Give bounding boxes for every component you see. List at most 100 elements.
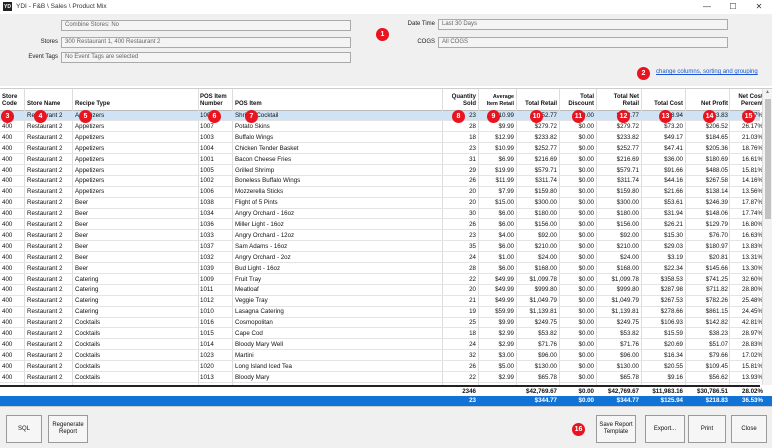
cell-total-net-retail: $579.71 xyxy=(616,166,639,174)
cell-net-profit: $148.06 xyxy=(705,210,728,218)
table-row[interactable]: 400 Restaurant 2 Cocktails 1023 Martini 32 $3.… xyxy=(0,351,763,362)
table-row[interactable]: 400 Restaurant 2 Catering 1012 Veggie Tray 21… xyxy=(0,296,763,307)
cell-pos-item-number: 1032 xyxy=(200,253,214,261)
cell-pos-item: Angry Orchard - 12oz xyxy=(235,231,295,239)
cell-pos-item: Martini xyxy=(235,351,254,359)
col-total-retail[interactable]: Total Retail xyxy=(516,101,557,108)
export-button[interactable]: Export... xyxy=(645,415,685,443)
change-columns-link[interactable]: change columns, sorting and grouping xyxy=(656,69,758,75)
callout-badge-15: 15 xyxy=(742,110,755,123)
table-row[interactable]: 400 Restaurant 2 Beer 1034 Angry Orchard - 1… xyxy=(0,209,763,220)
cell-total-discount: $0.00 xyxy=(578,133,594,141)
combine-stores-field[interactable]: Combine Stores: No xyxy=(61,20,351,31)
date-time-field[interactable]: Last 30 Days xyxy=(438,19,728,30)
cell-pos-item-number: 1013 xyxy=(200,373,214,381)
selected-net-cost-percent: 36.53% xyxy=(742,397,763,404)
cell-total-retail: $216.69 xyxy=(534,155,557,163)
table-row[interactable]: 400 Restaurant 2 Catering 1009 Fruit Tray 22 $… xyxy=(0,275,763,285)
col-total-net-retail[interactable]: Total Net Retail xyxy=(596,94,639,108)
cell-total-discount: $0.00 xyxy=(578,351,594,359)
table-row[interactable]: 400 Restaurant 2 Cocktails 1013 Bloody Mary 2… xyxy=(0,373,763,383)
callout-badge-11: 11 xyxy=(572,110,585,123)
cell-avg-item-retail: $6.99 xyxy=(498,155,514,163)
col-pos-item[interactable]: POS Item xyxy=(235,101,295,108)
cell-total-net-retail: $180.00 xyxy=(616,210,639,218)
minimize-button[interactable]: — xyxy=(694,0,720,13)
table-row[interactable]: 400 Restaurant 2 Catering 1011 Meatloaf 20 $49… xyxy=(0,285,763,296)
maximize-button[interactable]: ☐ xyxy=(720,0,746,13)
col-pos-item-number[interactable]: POS Item Number xyxy=(200,94,232,108)
cell-pos-item-number: 1011 xyxy=(200,286,214,294)
cell-total-net-retail: $130.00 xyxy=(616,362,639,370)
col-store-name[interactable]: Store Name xyxy=(27,101,72,108)
cell-pos-item-number: 1038 xyxy=(200,199,214,207)
table-row[interactable]: 400 Restaurant 2 Beer 1039 Bud Light - 16oz 2… xyxy=(0,264,763,274)
cell-total-cost: $49.17 xyxy=(664,133,683,141)
save-report-template-button[interactable]: Save Report Template xyxy=(596,415,636,443)
table-row[interactable]: 400 Restaurant 2 Beer 1033 Angry Orchard - 1… xyxy=(0,231,763,242)
cell-store-name: Restaurant 2 xyxy=(27,264,63,272)
col-total-cost[interactable]: Total Cost xyxy=(641,101,683,108)
cell-pos-item: Chicken Tender Basket xyxy=(235,144,299,152)
table-row[interactable]: 400 Restaurant 2 Appetizers 1002 Boneless Bu… xyxy=(0,176,763,187)
cell-pos-item: Bacon Cheese Fries xyxy=(235,155,292,163)
close-button[interactable]: Close xyxy=(731,415,767,443)
print-button[interactable]: Print xyxy=(688,415,726,443)
table-row[interactable]: 400 Restaurant 2 Appetizers 1007 Potato Skin… xyxy=(0,122,763,133)
cell-total-net-retail: $252.77 xyxy=(616,144,639,152)
cell-total-retail: $168.00 xyxy=(534,264,557,272)
cell-total-discount: $0.00 xyxy=(578,275,594,283)
table-row[interactable]: 400 Restaurant 2 Appetizers 1005 Grilled Shr… xyxy=(0,166,763,176)
regenerate-report-button[interactable]: Regenerate Report xyxy=(48,415,88,443)
cell-store-code: 400 xyxy=(2,133,13,141)
cell-pos-item-number: 1002 xyxy=(200,177,214,185)
scroll-up-icon[interactable]: ▲ xyxy=(763,89,772,97)
cell-store-code: 400 xyxy=(2,122,13,130)
cell-store-name: Restaurant 2 xyxy=(27,253,63,261)
table-row[interactable]: 400 Restaurant 2 Beer 1037 Sam Adams - 16oz 3… xyxy=(0,242,763,253)
col-recipe-type[interactable]: Recipe Type xyxy=(75,101,135,108)
cell-avg-item-retail: $2.99 xyxy=(498,373,514,381)
table-row[interactable]: 400 Restaurant 2 Appetizers 1001 Bacon Chees… xyxy=(0,155,763,165)
table-row[interactable]: 400 Restaurant 2 Cocktails 1016 Cosmopolitan… xyxy=(0,318,763,329)
table-row[interactable]: 400 Restaurant 2 Appetizers 1006 Mozzerella … xyxy=(0,187,763,198)
cell-store-code: 400 xyxy=(2,144,13,152)
table-row[interactable]: 400Restaurant 2Appetizers1008Shrimp Cock… xyxy=(0,111,763,122)
cell-recipe-type: Cocktails xyxy=(75,351,101,359)
stores-field[interactable]: 300 Restaurant 1, 400 Restaurant 2 xyxy=(61,37,351,48)
close-window-button[interactable]: ✕ xyxy=(746,0,772,13)
col-avg-item-retail[interactable]: Average Item Retail xyxy=(478,94,514,108)
table-row[interactable]: 400 Restaurant 2 Catering 1010 Lasagna Cater… xyxy=(0,307,763,318)
cell-avg-item-retail: $49.99 xyxy=(495,286,514,294)
cell-total-net-retail: $233.82 xyxy=(616,133,639,141)
cell-pos-item-number: 1001 xyxy=(200,155,214,163)
table-row[interactable]: 400 Restaurant 2 Cocktails 1015 Cape Cod 18 $2… xyxy=(0,329,763,340)
col-store-code[interactable]: Store Code xyxy=(2,94,24,108)
cell-avg-item-retail: $11.99 xyxy=(495,177,514,185)
cell-store-code: 400 xyxy=(2,319,13,327)
cell-quantity-sold: 23 xyxy=(469,144,476,152)
cell-avg-item-retail: $10.99 xyxy=(495,144,514,152)
col-net-cost-percent[interactable]: Net Cost Percent xyxy=(730,94,763,108)
scroll-thumb[interactable] xyxy=(765,99,771,219)
sql-button[interactable]: SQL xyxy=(6,415,42,443)
cell-net-cost-percent: 28.83% xyxy=(742,340,763,348)
table-row[interactable]: 400 Restaurant 2 Cocktails 1020 Long Island … xyxy=(0,362,763,373)
cell-pos-item: Flight of 5 Pints xyxy=(235,199,278,207)
callout-badge-9: 9 xyxy=(487,110,500,123)
col-total-discount[interactable]: Total Discount xyxy=(558,94,594,108)
table-row[interactable]: 400 Restaurant 2 Appetizers 1004 Chicken Ten… xyxy=(0,144,763,155)
cell-pos-item: Buffalo Wings xyxy=(235,133,274,141)
table-row[interactable]: 400 Restaurant 2 Beer 1036 Miller Light - 16… xyxy=(0,220,763,231)
col-quantity-sold[interactable]: Quantity Sold xyxy=(440,94,476,108)
cell-net-profit: $138.14 xyxy=(705,188,728,196)
table-row[interactable]: 400 Restaurant 2 Appetizers 1003 Buffalo Win… xyxy=(0,133,763,144)
vertical-scrollbar[interactable]: ▲ xyxy=(762,89,772,385)
table-row[interactable]: 400 Restaurant 2 Beer 1032 Angry Orchard - 2… xyxy=(0,253,763,264)
cell-total-retail: $24.00 xyxy=(538,253,557,261)
col-net-profit[interactable]: Net Profit xyxy=(685,101,728,108)
event-tags-field[interactable]: No Event Tags are selected xyxy=(61,52,351,63)
cogs-field[interactable]: All COGS xyxy=(438,37,728,48)
table-row[interactable]: 400 Restaurant 2 Cocktails 1014 Bloody Mary … xyxy=(0,340,763,351)
table-row[interactable]: 400 Restaurant 2 Beer 1038 Flight of 5 Pints… xyxy=(0,198,763,209)
